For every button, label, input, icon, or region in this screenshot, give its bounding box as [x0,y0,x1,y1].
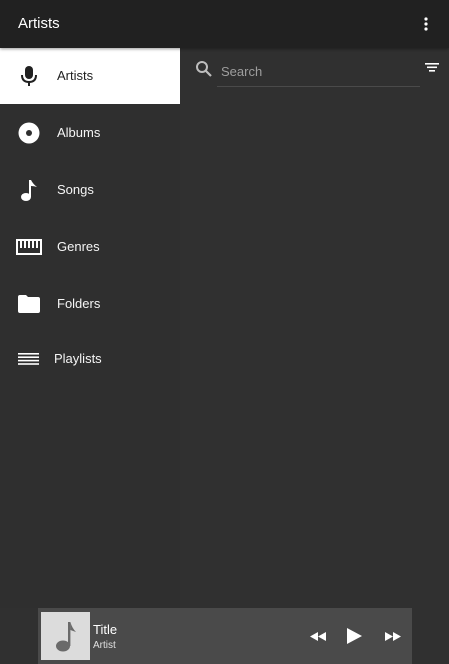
music-note-icon [17,178,41,202]
sidebar-item-label: Genres [57,239,100,254]
play-icon [346,628,362,644]
album-disc-icon [17,121,41,145]
sidebar-item-label: Folders [57,296,101,311]
sidebar-nav: Artists Albums Songs Genres Folders Play… [0,48,180,608]
track-title: Title [93,622,118,637]
mini-player[interactable]: Title Artist [38,608,412,664]
sort-icon [425,63,439,72]
search-icon [196,61,212,77]
sidebar-item-label: Albums [57,125,101,140]
piano-keys-icon [16,235,42,259]
sidebar-item-folders[interactable]: Folders [0,276,180,332]
more-options-button[interactable] [414,12,438,36]
sidebar-item-label: Songs [57,182,94,197]
sort-button[interactable] [424,60,444,80]
sidebar-item-songs[interactable]: Songs [0,162,180,218]
album-art[interactable] [41,612,90,660]
sidebar-item-artists[interactable]: Artists [0,48,180,104]
sidebar-item-label: Playlists [54,351,102,366]
sidebar-item-playlists[interactable]: Playlists [0,331,180,387]
playlist-icon [16,347,40,371]
music-note-icon [55,622,76,652]
more-vertical-icon [424,17,428,31]
search-input[interactable] [217,56,420,87]
sidebar-item-genres[interactable]: Genres [0,219,180,275]
track-artist: Artist [93,640,116,651]
rewind-button[interactable] [309,628,327,644]
play-button[interactable] [344,625,364,647]
sidebar-item-albums[interactable]: Albums [0,105,180,161]
sidebar-item-label: Artists [57,68,94,83]
page-title: Artists [18,15,60,32]
fast-forward-icon [385,631,401,641]
rewind-icon [310,631,326,641]
app-window: Artists Artists Albums Songs Genres Fold… [0,0,449,664]
microphone-icon [17,64,41,88]
folder-icon [17,292,41,316]
toolbar: Artists [0,0,449,48]
fast-forward-button[interactable] [384,628,402,644]
main-content [180,48,449,608]
